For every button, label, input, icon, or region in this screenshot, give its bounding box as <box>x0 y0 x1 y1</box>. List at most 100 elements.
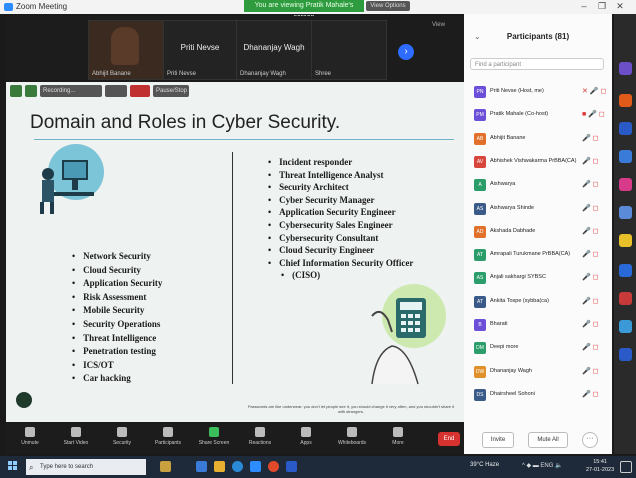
slide-title: Domain and Roles in Cyber Security. <box>30 112 341 133</box>
list-item: Network Security <box>72 250 162 264</box>
view-label[interactable]: View <box>432 22 445 28</box>
more-button[interactable]: More <box>380 427 416 446</box>
system-tray[interactable]: ^ ◆ ▬ ENG 🔈 <box>522 462 563 469</box>
app-icon[interactable] <box>619 62 632 75</box>
view-options-button[interactable]: View Options <box>366 1 410 11</box>
list-item: Security Operations <box>72 318 162 332</box>
zoom-taskbar-icon[interactable] <box>250 461 261 472</box>
mic-muted-icon[interactable]: 🎤 ◻ <box>582 320 598 328</box>
participant-row[interactable]: AB Abhijit Banane 🎤 ◻ <box>464 131 612 147</box>
app-icon[interactable] <box>619 234 632 247</box>
mic-muted-icon[interactable]: 🎤 ◻ <box>582 227 598 235</box>
mic-muted-icon[interactable]: 🎤 ◻ <box>582 157 598 165</box>
clock[interactable]: 15:41 27-01-2023 <box>586 458 614 474</box>
side-app-bar <box>614 14 636 454</box>
participant-row[interactable]: AT Ankita Tospe (sybba(ca) 🎤 ◻ <box>464 294 612 310</box>
participant-row[interactable]: AS Anjali sakhargi SYBSC 🎤 ◻ <box>464 270 612 286</box>
close-button[interactable]: ✕ <box>611 1 629 12</box>
control-button[interactable] <box>10 85 22 97</box>
participant-name: Dhairsheel Sohoni <box>490 390 535 397</box>
mic-muted-icon[interactable]: 🎤 ◻ <box>582 390 598 398</box>
app-icon[interactable] <box>619 150 632 163</box>
roles-list: Incident responder Threat Intelligence A… <box>268 156 413 282</box>
avatar: AD <box>474 225 486 238</box>
mic-muted-icon[interactable]: 🎤 ◻ <box>582 297 598 305</box>
edge-icon[interactable] <box>232 461 243 472</box>
app-icon[interactable] <box>619 292 632 305</box>
mic-muted-icon[interactable]: ✕ 🎤 ◻ <box>582 87 606 95</box>
participant-row[interactable]: DS Dhairsheel Sohoni 🎤 ◻ <box>464 387 612 403</box>
security-keypad-illustration-icon <box>371 284 446 385</box>
app-icon[interactable] <box>619 178 632 191</box>
participant-row[interactable]: PM Pratik Mahale (Co-host) ■ 🎤 ◻ <box>464 107 612 123</box>
taskbar-search-input[interactable]: ⌕ Type here to search <box>26 459 146 475</box>
control-button[interactable] <box>25 85 37 97</box>
start-video-button[interactable]: Start Video <box>58 427 94 446</box>
mic-muted-icon[interactable]: 🎤 ◻ <box>582 367 598 375</box>
mute-all-button[interactable]: Mute All <box>528 432 568 448</box>
windows-start-icon[interactable] <box>8 461 18 471</box>
control-button[interactable] <box>105 85 127 97</box>
toolbar-label: Whiteboards <box>337 440 367 446</box>
mic-muted-icon[interactable]: 🎤 ◻ <box>582 180 598 188</box>
participants-button[interactable]: Participants <box>150 427 186 446</box>
weather-widget[interactable]: 39°C Haze <box>470 462 499 468</box>
video-tile[interactable]: Dhananjay Wagh Dhananjay Wagh <box>236 20 312 80</box>
mic-muted-icon[interactable]: 🎤 ◻ <box>582 273 598 281</box>
reactions-button[interactable]: Reactions <box>242 427 278 446</box>
video-tile[interactable]: Abhijit Banane <box>88 20 164 80</box>
app-icon[interactable] <box>619 348 632 361</box>
participant-name: Priti Nevse (Host, me) <box>490 88 544 94</box>
taskbar-app-icon[interactable] <box>160 461 171 472</box>
chrome-icon[interactable] <box>268 461 279 472</box>
mic-muted-icon[interactable]: 🎤 ◻ <box>582 204 598 212</box>
mic-muted-icon[interactable]: 🎤 ◻ <box>582 343 598 351</box>
participant-name: Deepi more <box>490 344 519 351</box>
word-taskbar-icon[interactable] <box>286 461 297 472</box>
participant-row[interactable]: AV Abhishek Vishwakarma PrBBA(CA) 🎤 ◻ <box>464 154 612 170</box>
participant-name: Dhananjay Wagh <box>490 367 532 374</box>
viewing-banner: You are viewing Pratik Mahale's screen <box>244 0 364 21</box>
participant-row[interactable]: AS Aishwarya Shinde 🎤 ◻ <box>464 201 612 217</box>
participant-row[interactable]: B Bharati 🎤 ◻ <box>464 317 612 333</box>
reactions-icon <box>255 427 265 437</box>
app-icon[interactable] <box>619 264 632 277</box>
record-icon[interactable] <box>130 85 150 97</box>
maximize-button[interactable]: ❐ <box>593 1 611 12</box>
mic-muted-icon[interactable]: ■ 🎤 ◻ <box>582 110 605 118</box>
security-button[interactable]: Security <box>104 427 140 446</box>
video-tile[interactable]: Shree <box>311 20 387 80</box>
end-meeting-button[interactable]: End <box>438 432 460 446</box>
video-tile[interactable]: Priti Nevse Priti Nevse <box>163 20 237 80</box>
app-icon[interactable] <box>619 320 632 333</box>
app-icon[interactable] <box>619 206 632 219</box>
apps-icon <box>301 427 311 437</box>
participant-row[interactable]: DM Deepi more 🎤 ◻ <box>464 340 612 356</box>
participant-row[interactable]: AT Amrapali Turukmane PrBBA(CA) 🎤 ◻ <box>464 247 612 263</box>
list-item: Car hacking <box>72 372 162 386</box>
more-options-button[interactable]: ··· <box>582 432 598 448</box>
window-controls: – ❐ ✕ <box>575 1 635 12</box>
participants-panel: ⌄ Participants (81) Find a participant P… <box>464 14 612 454</box>
task-view-icon[interactable] <box>196 461 207 472</box>
pause-stop-button[interactable]: Pause/Stop <box>153 85 189 97</box>
mic-muted-icon[interactable]: 🎤 ◻ <box>582 250 598 258</box>
invite-button[interactable]: Invite <box>482 432 514 448</box>
participant-search-input[interactable]: Find a participant <box>470 58 604 70</box>
minimize-button[interactable]: – <box>575 1 593 11</box>
whiteboards-button[interactable]: Whiteboards <box>334 427 370 446</box>
app-icon[interactable] <box>619 94 632 107</box>
mic-muted-icon[interactable]: 🎤 ◻ <box>582 134 598 142</box>
next-page-icon[interactable]: › <box>398 44 414 60</box>
word-icon[interactable] <box>619 122 632 135</box>
notification-icon[interactable] <box>620 461 632 473</box>
file-explorer-icon[interactable] <box>214 461 225 472</box>
participant-row[interactable]: DW Dhananjay Wagh 🎤 ◻ <box>464 364 612 380</box>
apps-button[interactable]: Apps <box>288 427 324 446</box>
list-item: Risk Assessment <box>72 291 162 305</box>
share-screen-button[interactable]: Share Screen <box>196 427 232 446</box>
participant-row[interactable]: PN Priti Nevse (Host, me) ✕ 🎤 ◻ <box>464 84 612 100</box>
unmute-button[interactable]: Unmute <box>12 427 48 446</box>
participant-row[interactable]: A Aishwarya 🎤 ◻ <box>464 177 612 193</box>
participant-row[interactable]: AD Akshada Dabhade 🎤 ◻ <box>464 224 612 240</box>
